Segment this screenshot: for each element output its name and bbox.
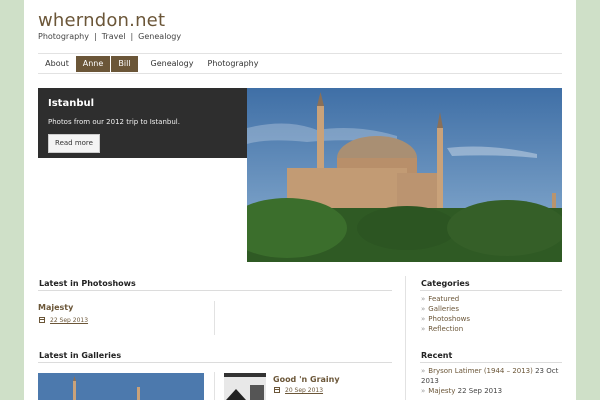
category-label[interactable]: Featured bbox=[428, 295, 459, 303]
gallery-thumbnail-istanbul[interactable] bbox=[38, 373, 204, 400]
feature-caption-box: Istanbul Photos from our 2012 trip to Is… bbox=[38, 88, 247, 158]
category-label[interactable]: Photoshows bbox=[428, 315, 470, 323]
bullet-icon: » bbox=[421, 315, 426, 323]
recent-item-title[interactable]: Bryson Latimer (1944 – 2013) bbox=[428, 367, 533, 375]
nav-item-anne[interactable]: Anne bbox=[76, 56, 110, 72]
category-label[interactable]: Reflection bbox=[428, 325, 463, 333]
photoshows-heading-rule bbox=[38, 290, 392, 291]
tagline-item-travel: Travel bbox=[101, 32, 126, 41]
recent-heading-rule bbox=[420, 362, 562, 363]
calendar-icon bbox=[274, 387, 280, 393]
main-nav: About Anne Bill Genealogy Photography bbox=[38, 55, 562, 73]
tagline-separator: | bbox=[93, 32, 97, 41]
site-title[interactable]: wherndon.net bbox=[38, 10, 165, 31]
category-label[interactable]: Galleries bbox=[428, 305, 459, 313]
categories-list: » Featured » Galleries » Photoshows » Reflec… bbox=[421, 294, 470, 334]
bullet-icon: » bbox=[421, 305, 426, 313]
photoshows-column-divider bbox=[214, 301, 215, 335]
bullet-icon: » bbox=[421, 387, 426, 395]
hagia-sophia-photo[interactable] bbox=[247, 88, 562, 262]
bullet-icon: » bbox=[421, 367, 426, 375]
category-item[interactable]: » Featured bbox=[421, 294, 470, 304]
tagline-separator: | bbox=[130, 32, 134, 41]
nav-item-photography[interactable]: Photography bbox=[204, 56, 262, 72]
recent-heading: Recent bbox=[421, 351, 453, 360]
photoshows-post-date[interactable]: 22 Sep 2013 bbox=[50, 317, 88, 324]
bullet-icon: » bbox=[421, 325, 426, 333]
categories-heading-rule bbox=[420, 290, 562, 291]
tagline-item-photography: Photography bbox=[38, 32, 89, 41]
bullet-icon: » bbox=[421, 295, 426, 303]
galleries-heading-rule bbox=[38, 362, 392, 363]
nav-divider bbox=[38, 73, 562, 74]
categories-heading: Categories bbox=[421, 279, 470, 288]
nav-item-bill[interactable]: Bill bbox=[111, 56, 138, 72]
sidebar-divider bbox=[405, 276, 406, 400]
galleries-column-divider bbox=[214, 372, 215, 400]
header-divider bbox=[38, 53, 562, 54]
recent-list: » Bryson Latimer (1944 – 2013) 23 Oct 201… bbox=[421, 366, 566, 396]
galleries-post-title[interactable]: Good 'n Grainy bbox=[273, 375, 340, 384]
category-item[interactable]: » Photoshows bbox=[421, 314, 470, 324]
feature-description: Photos from our 2012 trip to Istanbul. bbox=[48, 118, 180, 126]
nav-item-genealogy[interactable]: Genealogy bbox=[142, 56, 202, 72]
page: wherndon.net Photography | Travel | Genealog… bbox=[24, 0, 576, 400]
read-more-button[interactable]: Read more bbox=[48, 134, 100, 153]
feature-title[interactable]: Istanbul bbox=[48, 98, 94, 109]
galleries-post-date[interactable]: 20 Sep 2013 bbox=[285, 387, 323, 394]
recent-item-date: 22 Sep 2013 bbox=[457, 387, 503, 395]
galleries-heading: Latest in Galleries bbox=[39, 351, 122, 360]
photoshows-post-title[interactable]: Majesty bbox=[38, 303, 73, 312]
recent-item[interactable]: » Majesty 22 Sep 2013 bbox=[421, 386, 566, 396]
category-item[interactable]: » Galleries bbox=[421, 304, 470, 314]
recent-item[interactable]: » Bryson Latimer (1944 – 2013) 23 Oct 201… bbox=[421, 366, 566, 386]
site-tagline: Photography | Travel | Genealogy bbox=[38, 32, 181, 41]
photoshows-heading: Latest in Photoshows bbox=[39, 279, 136, 288]
recent-item-title[interactable]: Majesty bbox=[428, 387, 455, 395]
gallery-thumbnail-grainy[interactable] bbox=[224, 373, 266, 400]
calendar-icon bbox=[39, 317, 45, 323]
tagline-item-genealogy: Genealogy bbox=[138, 32, 182, 41]
category-item[interactable]: » Reflection bbox=[421, 324, 470, 334]
nav-item-about[interactable]: About bbox=[38, 56, 76, 72]
